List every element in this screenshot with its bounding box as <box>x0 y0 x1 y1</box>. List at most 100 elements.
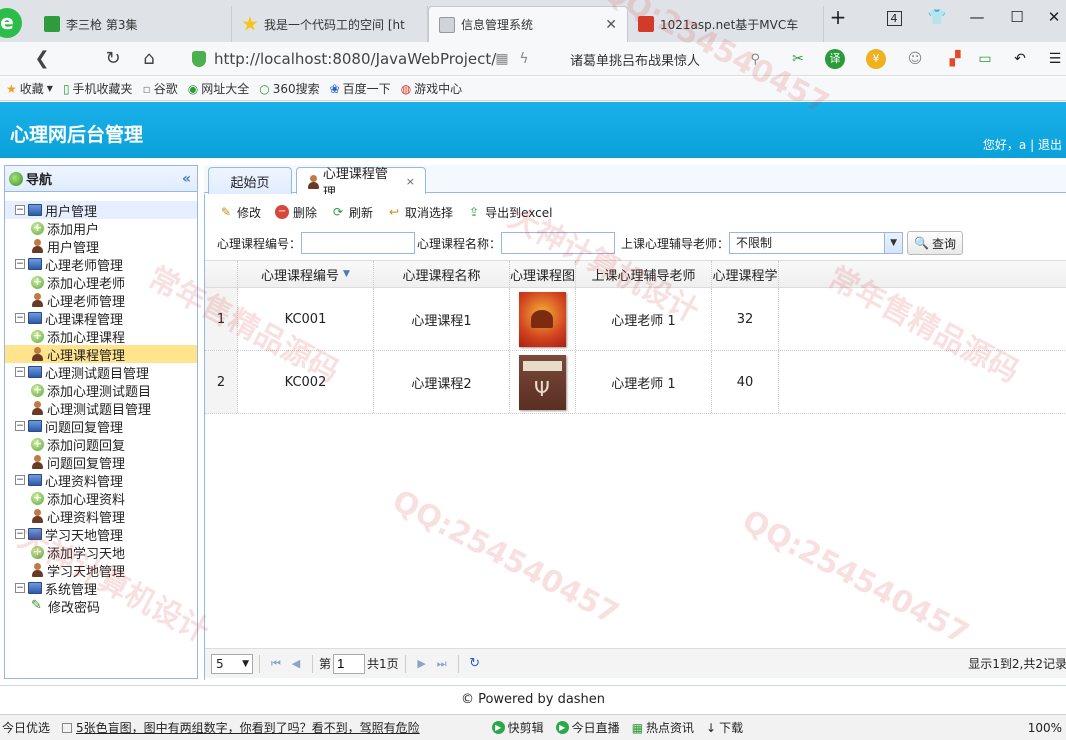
nav-item[interactable]: ✎ 修改密码 <box>5 597 197 616</box>
nav-item[interactable]: 学习天地管理 <box>5 561 197 580</box>
nav-group[interactable]: − 心理测试题目管理 <box>5 363 197 382</box>
nav-group[interactable]: − 用户管理 <box>5 201 197 220</box>
logout-link[interactable]: 退出 <box>1038 138 1062 152</box>
nav-item[interactable]: 用户管理 <box>5 237 197 256</box>
nav-item[interactable]: + 添加心理测试题目 <box>5 381 197 400</box>
menu-icon[interactable]: ☰ <box>1045 49 1065 69</box>
grid-icon[interactable]: ▦ <box>492 49 512 69</box>
nav-group[interactable]: − 心理老师管理 <box>5 255 197 274</box>
nav-group[interactable]: − 系统管理 <box>5 579 197 598</box>
undo-icon[interactable]: ↶ <box>1010 49 1030 69</box>
collapse-toggle-icon[interactable]: − <box>15 475 25 485</box>
status-item[interactable]: 今日优选 <box>2 719 50 736</box>
status-item[interactable]: ↓ 下载 <box>706 719 743 736</box>
edit-button[interactable]: ✎ 修改 <box>215 202 265 223</box>
maximize-icon[interactable]: ☐ <box>1005 8 1029 26</box>
search-input[interactable]: 诸葛单挑吕布战果惊人 ⚲ <box>570 47 760 71</box>
coin-icon[interactable]: ¥ <box>866 49 886 69</box>
browser-tab[interactable]: 我是一个代码工的空间 [ht <box>232 6 428 42</box>
tab-count-badge[interactable]: 4 <box>882 8 906 26</box>
nav-item[interactable]: + 添加心理课程 <box>5 327 197 346</box>
back-icon[interactable]: ❮ <box>30 48 54 69</box>
column-header[interactable]: 上课心理辅导老师 <box>576 261 712 287</box>
close-tab-icon[interactable]: ✕ <box>605 17 617 33</box>
table-row[interactable]: 1 KC001 心理课程1 心理老师 1 32 <box>205 288 1066 351</box>
status-item[interactable]: ▶ 今日直播 <box>555 719 620 736</box>
bookmark-item[interactable]: ▫ 谷歌 <box>143 80 178 97</box>
refresh-button[interactable]: ⟳ 刷新 <box>327 202 377 223</box>
collapse-toggle-icon[interactable]: − <box>15 205 25 215</box>
browser-tab-active[interactable]: 信息管理系统 ✕ <box>428 6 628 42</box>
shirt-icon[interactable]: 👕 <box>925 8 949 26</box>
status-item[interactable]: ▶ 快剪辑 <box>491 719 544 736</box>
nav-item[interactable]: 心理课程管理 <box>5 345 197 364</box>
browser-tab[interactable]: 1021asp.net基于MVC车 <box>628 6 824 42</box>
nav-item[interactable]: 问题回复管理 <box>5 453 197 472</box>
bookmark-favorites[interactable]: ★ 收藏 ▼ <box>6 80 53 97</box>
collapse-icon[interactable]: « <box>182 171 191 187</box>
battery-icon[interactable]: ▭ <box>975 49 995 69</box>
reload-icon[interactable]: ↻ <box>101 48 125 69</box>
translate-icon[interactable]: 译 <box>825 49 845 69</box>
new-tab-button[interactable]: + <box>826 5 850 29</box>
chevron-down-icon[interactable]: ▼ <box>884 233 903 253</box>
next-page-icon[interactable]: ▶ <box>412 657 432 670</box>
nav-group[interactable]: − 心理课程管理 <box>5 309 197 328</box>
query-button[interactable]: 🔍 查询 <box>907 231 964 255</box>
course-code-input[interactable] <box>301 232 416 254</box>
home-icon[interactable]: ⌂ <box>137 48 161 69</box>
emoji-icon[interactable]: ☺ <box>905 49 925 69</box>
scissors-icon[interactable]: ✂ <box>788 49 808 69</box>
collapse-toggle-icon[interactable]: − <box>15 367 25 377</box>
search-icon[interactable]: ⚲ <box>750 52 760 67</box>
minimize-icon[interactable]: — <box>965 8 989 26</box>
delete-button[interactable]: − 删除 <box>271 202 321 223</box>
bookmark-item[interactable]: ◉ 网址大全 <box>188 80 250 97</box>
status-news[interactable]: 5张色盲图，图中有两组数字，你看到了吗？看不到，驾照有危险 <box>62 719 420 736</box>
bookmark-item[interactable]: ❀ 百度一下 <box>330 80 391 97</box>
tab-home[interactable]: 起始页 <box>208 167 292 194</box>
table-row[interactable]: 2 KC002 心理课程2 心理老师 1 40 <box>205 351 1066 414</box>
tab-course-management[interactable]: 心理课程管理 × <box>296 167 426 201</box>
sort-desc-icon[interactable]: ▼ <box>343 269 350 279</box>
nav-group[interactable]: − 心理资料管理 <box>5 471 197 490</box>
nav-group[interactable]: − 学习天地管理 <box>5 525 197 544</box>
lightning-icon[interactable]: ϟ <box>514 49 534 69</box>
nav-group[interactable]: − 问题回复管理 <box>5 417 197 436</box>
collapse-toggle-icon[interactable]: − <box>15 529 25 539</box>
browser-logo[interactable]: e <box>0 8 22 38</box>
teacher-select[interactable]: 不限制 ▼ <box>729 232 904 254</box>
last-page-icon[interactable]: ⏭ <box>432 657 452 671</box>
column-header[interactable]: 心理课程学 <box>712 261 779 287</box>
collapse-toggle-icon[interactable]: − <box>15 313 25 323</box>
reload-icon[interactable]: ↻ <box>465 656 485 671</box>
unselect-button[interactable]: ↩ 取消选择 <box>383 202 457 223</box>
collapse-toggle-icon[interactable]: − <box>15 259 25 269</box>
nav-item[interactable]: 心理测试题目管理 <box>5 399 197 418</box>
column-header[interactable]: 心理课程编号 ▼ <box>238 261 374 287</box>
prev-page-icon[interactable]: ◀ <box>286 657 306 670</box>
export-button[interactable]: ⇪ 导出到excel <box>463 202 556 223</box>
column-header[interactable]: 心理课程图 <box>510 261 576 287</box>
apps-icon[interactable]: ▞ <box>945 49 965 69</box>
collapse-toggle-icon[interactable]: − <box>15 583 25 593</box>
page-number-input[interactable] <box>333 653 366 674</box>
first-page-icon[interactable]: ⏮ <box>266 657 286 671</box>
bookmark-item[interactable]: ▯ 手机收藏夹 <box>63 80 133 97</box>
nav-item[interactable]: + 添加心理老师 <box>5 273 197 292</box>
nav-item[interactable]: 心理资料管理 <box>5 507 197 526</box>
bookmark-item[interactable]: ○ 360搜索 <box>259 80 319 97</box>
nav-item[interactable]: + 添加心理资料 <box>5 489 197 508</box>
nav-item[interactable]: + 添加问题回复 <box>5 435 197 454</box>
status-item[interactable]: ▦ 热点资讯 <box>632 719 694 736</box>
collapse-toggle-icon[interactable]: − <box>15 421 25 431</box>
status-item[interactable]: 100% <box>1028 721 1062 735</box>
browser-tab[interactable]: 李三枪 第3集 <box>34 6 232 42</box>
page-size-select[interactable]: 5 ▼ <box>211 653 253 674</box>
column-header[interactable]: 心理课程名称 <box>374 261 510 287</box>
nav-item[interactable]: + 添加学习天地 <box>5 543 197 562</box>
bookmark-item[interactable]: ◍ 游戏中心 <box>401 80 463 97</box>
nav-item[interactable]: 心理老师管理 <box>5 291 197 310</box>
course-name-input[interactable] <box>501 232 616 254</box>
nav-item[interactable]: + 添加用户 <box>5 219 197 238</box>
